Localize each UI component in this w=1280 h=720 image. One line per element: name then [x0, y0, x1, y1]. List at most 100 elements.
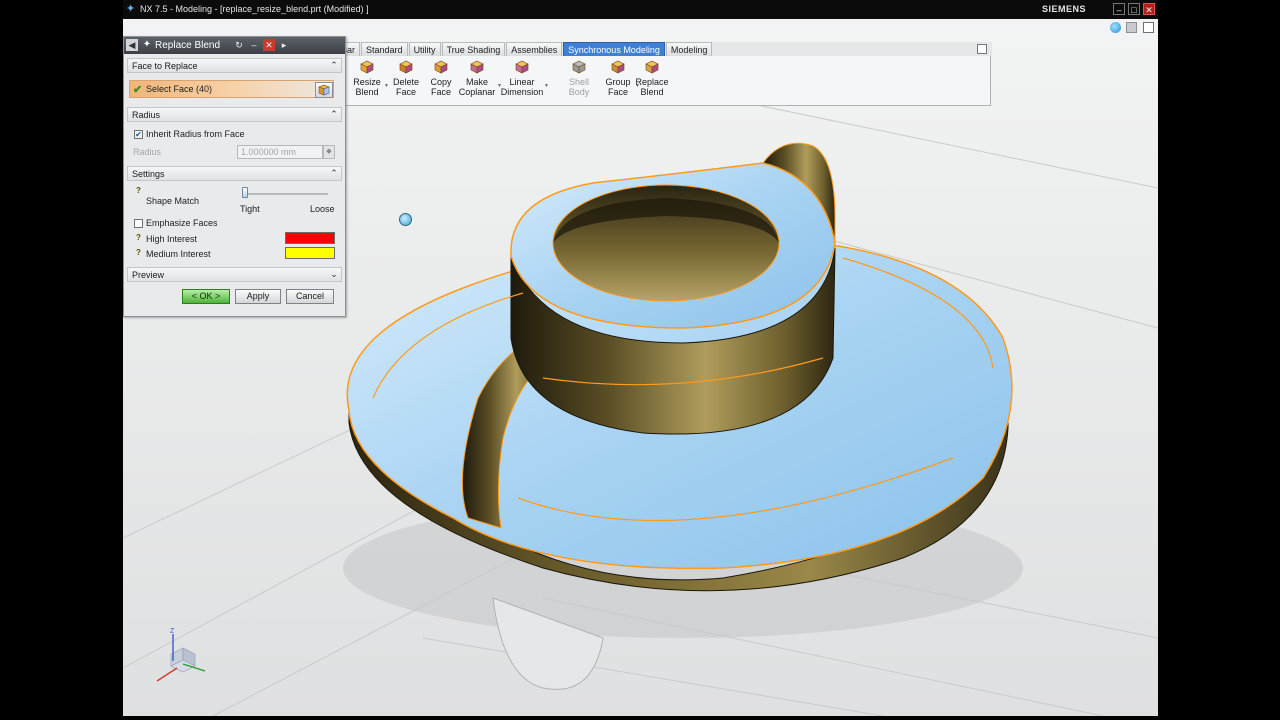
resize-blend-icon: [359, 59, 375, 75]
button-label-line2: Face: [430, 87, 451, 97]
dialog-title-bar: ◀ ✦ Replace Blend ↻ – ✕ ▸: [124, 37, 345, 54]
delete-face-icon: [398, 59, 414, 75]
replace-blend-dialog-icon: ✦: [142, 39, 152, 50]
apply-button[interactable]: Apply: [235, 289, 281, 304]
button-label-line1: Linear: [509, 77, 535, 87]
high-interest-color-swatch[interactable]: [285, 232, 335, 244]
button-label-line2: Dimension: [500, 87, 544, 97]
emphasize-faces-checkbox[interactable]: [134, 219, 143, 228]
minimize-button[interactable]: –: [1113, 3, 1125, 15]
medium-interest-label: Medium Interest: [146, 249, 211, 259]
copy-face-button[interactable]: Copy Face: [424, 59, 458, 97]
shape-match-label: Shape Match: [146, 196, 200, 206]
button-label-line1: Replace: [635, 77, 669, 87]
radius-unit: mm: [281, 147, 297, 157]
button-label-line2: Body: [568, 87, 590, 97]
resize-blend-button[interactable]: Resize Blend ▼: [350, 59, 389, 97]
radius-header[interactable]: Radius ⌃: [127, 107, 342, 122]
preview-header[interactable]: Preview ⌄: [127, 267, 342, 282]
close-dialog-icon[interactable]: ✕: [263, 39, 275, 51]
shape-match-slider-track[interactable]: [244, 193, 328, 195]
z-axis-label: Z: [170, 628, 175, 635]
shell-body-button[interactable]: Shell Body: [562, 59, 596, 97]
reset-icon[interactable]: ↻: [233, 39, 245, 51]
replace-blend-dialog: ◀ ✦ Replace Blend ↻ – ✕ ▸ Face to Replac…: [123, 36, 346, 317]
checkmark-icon: ✔: [133, 84, 143, 96]
expand-chevron-icon[interactable]: ⌄: [328, 268, 340, 281]
face-to-replace-header[interactable]: Face to Replace ⌃: [127, 58, 342, 73]
settings-title: Settings: [132, 169, 165, 179]
high-interest-label: High Interest: [146, 234, 198, 244]
collapse-chevron-icon[interactable]: ⌃: [328, 167, 340, 180]
siemens-brand: SIEMENS: [1041, 4, 1086, 14]
button-label-line1: Shell: [568, 77, 589, 87]
radius-spinner-icon[interactable]: ◆: [323, 145, 335, 159]
linear-dimension-icon: [514, 59, 530, 75]
tab-modeling[interactable]: Modeling: [665, 42, 713, 56]
settings-header[interactable]: Settings ⌃: [127, 166, 342, 181]
inherit-radius-checkbox[interactable]: ✔: [134, 130, 143, 139]
help-tip-icon: ?: [136, 248, 141, 257]
replace-blend-icon: [644, 59, 660, 75]
emphasize-faces-label: Emphasize Faces: [146, 218, 218, 228]
cancel-button[interactable]: Cancel: [286, 289, 334, 304]
tab-assemblies[interactable]: Assemblies: [506, 42, 563, 56]
toolbar-pin-icon[interactable]: [977, 44, 987, 54]
collapse-chevron-icon[interactable]: ⌃: [328, 59, 340, 72]
make-coplanar-icon: [469, 59, 485, 75]
window-grid-icon[interactable]: [1143, 22, 1154, 33]
make-coplanar-button[interactable]: Make Coplanar ▼: [457, 59, 502, 97]
wcs-triad: Z: [156, 628, 206, 682]
ok-button[interactable]: < OK >: [182, 289, 230, 304]
face-selection-button[interactable]: [315, 82, 333, 98]
restore-icon[interactable]: [1126, 22, 1138, 33]
dropdown-arrow-icon[interactable]: ▼: [544, 81, 549, 91]
maximize-button[interactable]: □: [1128, 3, 1140, 15]
tab-utility[interactable]: Utility: [408, 42, 441, 56]
collapse-dialog-icon[interactable]: –: [248, 39, 260, 51]
shell-body-icon: [571, 59, 587, 75]
radius-title: Radius: [132, 110, 161, 120]
back-arrow-icon[interactable]: ◀: [126, 39, 138, 51]
button-label-line2: Coplanar: [458, 87, 496, 97]
shape-match-slider-thumb[interactable]: [242, 187, 248, 198]
radius-input[interactable]: 1.000000 mm: [237, 145, 323, 159]
loose-label: Loose: [310, 204, 335, 214]
select-face-row[interactable]: ✔ Select Face (40): [129, 80, 334, 98]
window-title: NX 7.5 - Modeling - [replace_resize_blen…: [140, 4, 369, 14]
button-label-line1: Group: [605, 77, 631, 87]
button-label-line2: Face: [607, 87, 628, 97]
button-label-line1: Copy: [430, 77, 452, 87]
collapse-chevron-icon[interactable]: ⌃: [328, 108, 340, 121]
inherit-radius-label: Inherit Radius from Face: [146, 129, 245, 139]
button-label-line2: Face: [395, 87, 416, 97]
selection-cursor-icon: [399, 213, 412, 226]
tight-label: Tight: [240, 204, 260, 214]
more-options-icon[interactable]: ▸: [278, 39, 290, 51]
copy-face-icon: [433, 59, 449, 75]
linear-dimension-button[interactable]: Linear Dimension ▼: [500, 59, 549, 97]
radius-label: Radius: [133, 147, 162, 157]
button-label-line2: Blend: [355, 87, 379, 97]
tab-standard[interactable]: Standard: [361, 42, 408, 56]
replace-blend-button[interactable]: Replace Blend: [635, 59, 669, 97]
close-window-button[interactable]: ✕: [1143, 3, 1155, 15]
button-label-line1: Resize: [353, 77, 381, 87]
nx-application-window: ✦ NX 7.5 - Modeling - [replace_resize_bl…: [123, 0, 1158, 716]
tab-true-shading[interactable]: True Shading: [441, 42, 506, 56]
nx-app-icon: ✦: [126, 3, 136, 15]
toolbar-tab-row: Resource BarStandardUtilityTrue ShadingA…: [295, 42, 992, 56]
select-face-label: Select Face (40): [146, 84, 213, 94]
synchronous-modeling-ribbon: Resize Blend ▼ Delete Face Copy Face Make Coplan…: [345, 56, 991, 106]
group-face-button[interactable]: Group Face ▼: [601, 59, 640, 97]
tab-synchronous-modeling[interactable]: Synchronous Modeling: [563, 42, 665, 56]
help-tip-icon: ?: [136, 233, 141, 242]
help-tip-icon: ?: [136, 186, 141, 195]
x-axis: [156, 667, 178, 682]
button-label-line1: Delete: [392, 77, 419, 87]
medium-interest-color-swatch[interactable]: [285, 247, 335, 259]
preview-title: Preview: [132, 270, 165, 280]
button-label-line1: Make: [465, 77, 488, 87]
help-globe-icon[interactable]: [1109, 22, 1121, 33]
delete-face-button[interactable]: Delete Face: [389, 59, 423, 97]
